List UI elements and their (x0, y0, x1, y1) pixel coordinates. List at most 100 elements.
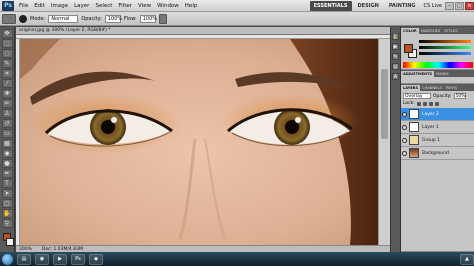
layer-thumbnail (409, 109, 419, 119)
document-tab[interactable]: original.jpg @ 300% (Layer 2, RGB/8#) * (16, 27, 390, 35)
taskbar-media-icon[interactable]: ▶ (53, 253, 67, 265)
color-spectrum[interactable] (403, 62, 473, 68)
visibility-eye-icon[interactable] (402, 137, 407, 143)
document-status-bar: 300% Doc: 1.03M/4.83M (16, 245, 390, 252)
brush-panel-icon[interactable]: ✎ (392, 53, 399, 60)
airbrush-icon[interactable] (158, 13, 167, 24)
lock-label: Lock: (403, 101, 415, 106)
panel-foreground-swatch[interactable] (404, 44, 413, 53)
face-closeup-image (20, 39, 378, 245)
move-tool-icon[interactable]: ✥ (1, 29, 13, 38)
brush-tool-icon[interactable]: ✏ (1, 99, 13, 108)
gradient-tool-icon[interactable]: ▦ (1, 139, 13, 148)
cs-live-button[interactable]: CS Live (424, 3, 442, 9)
character-panel-icon[interactable]: A (392, 73, 399, 80)
options-bar: Mode: Normal Opacity: 100% Flow: 100% (0, 12, 474, 26)
zoom-tool-icon[interactable]: ⚲ (1, 219, 13, 228)
eyedropper-tool-icon[interactable]: ⁄ (1, 79, 13, 88)
doc-info: Doc: 1.03M/4.83M (41, 246, 83, 252)
menu-filter[interactable]: Filter (115, 0, 135, 12)
tray-icon[interactable]: ▲ (460, 253, 474, 265)
cs-live-label: CS Live (423, 2, 442, 9)
zoom-level[interactable]: 300% (19, 247, 32, 252)
history-panel-icon[interactable]: ⌛ (392, 33, 399, 40)
layer-row-layer-2[interactable]: Layer 2 (401, 108, 474, 121)
opacity-label: Opacity: (81, 15, 102, 22)
adjustments-panel: ADJUSTMENTS MASKS (401, 70, 474, 84)
photoshop-logo: Ps (2, 0, 14, 11)
opacity-field[interactable]: 100% (104, 14, 122, 23)
close-icon[interactable]: × (465, 1, 474, 10)
layers-panel: Overlay Opacity: 50% Lock: Layer 2 Layer… (401, 91, 474, 259)
scrollbar-thumb[interactable] (381, 69, 388, 139)
visibility-eye-icon[interactable] (402, 150, 407, 156)
visibility-eye-icon[interactable] (402, 124, 407, 130)
layer-row-group-1[interactable]: Group 1 (401, 134, 474, 147)
green-slider[interactable] (419, 46, 471, 49)
blur-tool-icon[interactable]: ◆ (1, 149, 13, 158)
lock-position-icon[interactable] (428, 101, 433, 106)
menu-file[interactable]: File (16, 0, 31, 12)
layer-row-layer-1[interactable]: Layer 1 (401, 121, 474, 134)
path-select-tool-icon[interactable]: ➤ (1, 189, 13, 198)
taskbar-photoshop-icon[interactable]: Ps (71, 253, 85, 265)
menu-image[interactable]: Image (48, 0, 71, 12)
document-canvas[interactable] (20, 39, 378, 245)
hand-tool-icon[interactable]: ✋ (1, 209, 13, 218)
dodge-tool-icon[interactable]: ● (1, 159, 13, 168)
maximize-icon[interactable]: □ (455, 1, 464, 10)
visibility-eye-icon[interactable] (402, 111, 407, 117)
pen-tool-icon[interactable]: ✒ (1, 169, 13, 178)
clone-source-panel-icon[interactable]: ◎ (392, 63, 399, 70)
history-brush-tool-icon[interactable]: ↺ (1, 119, 13, 128)
lasso-tool-icon[interactable]: ◌ (1, 49, 13, 58)
folder-icon (409, 135, 419, 145)
layer-row-background[interactable]: Background (401, 147, 474, 160)
workspace-essentials[interactable]: ESSENTIALS (309, 0, 352, 11)
tab-masks[interactable]: MASKS (434, 71, 450, 77)
blue-slider[interactable] (419, 52, 471, 55)
crop-tool-icon[interactable]: ⌗ (1, 69, 13, 78)
eraser-tool-icon[interactable]: ▭ (1, 129, 13, 138)
lock-all-icon[interactable] (434, 101, 439, 106)
taskbar-app-icon[interactable]: ◆ (89, 253, 103, 265)
actions-panel-icon[interactable]: ▶ (392, 43, 399, 50)
healing-tool-icon[interactable]: ✚ (1, 89, 13, 98)
mode-label: Mode: (30, 15, 46, 22)
menu-help[interactable]: Help (182, 0, 201, 12)
vertical-scrollbar[interactable] (378, 39, 390, 245)
menu-window[interactable]: Window (154, 0, 182, 12)
lock-pixels-icon[interactable] (422, 101, 427, 106)
taskbar-browser-icon[interactable]: ◉ (35, 253, 49, 265)
flow-field[interactable]: 100% (139, 14, 157, 23)
color-panel (401, 34, 474, 70)
quick-select-tool-icon[interactable]: ✎ (1, 59, 13, 68)
tab-adjustments[interactable]: ADJUSTMENTS (401, 71, 435, 77)
lock-transparency-icon[interactable] (416, 101, 421, 106)
minimize-icon[interactable]: – (445, 1, 454, 10)
menu-bar: Ps File Edit Image Layer Select Filter V… (0, 0, 474, 12)
background-color-swatch[interactable] (5, 238, 14, 246)
menu-edit[interactable]: Edit (31, 0, 48, 12)
shape-tool-icon[interactable]: ▢ (1, 199, 13, 208)
taskbar-explorer-icon[interactable]: ▤ (17, 253, 31, 265)
workspace-design[interactable]: DESIGN (354, 1, 383, 11)
menu-layer[interactable]: Layer (71, 0, 92, 12)
workspace-painting[interactable]: PAINTING (385, 1, 420, 11)
blend-mode-select[interactable]: Overlay (403, 93, 431, 99)
color-panel-tabs: COLOR SWATCHES STYLES (401, 27, 474, 34)
start-button-icon[interactable] (2, 253, 13, 265)
marquee-tool-icon[interactable]: ⬚ (1, 39, 13, 48)
mode-select[interactable]: Normal (48, 14, 79, 23)
menu-select[interactable]: Select (92, 0, 115, 12)
layer-thumbnail (409, 148, 419, 158)
tool-preset-picker[interactable] (2, 13, 16, 24)
layer-name: Background (422, 150, 449, 156)
menu-view[interactable]: View (135, 0, 154, 12)
layers-panel-tabs: LAYERS CHANNELS PATHS (401, 84, 474, 91)
brush-preview-icon[interactable] (19, 14, 27, 23)
type-tool-icon[interactable]: T (1, 179, 13, 188)
clone-stamp-tool-icon[interactable]: ♙ (1, 109, 13, 118)
layer-opacity-field[interactable]: 50% (453, 93, 466, 99)
red-slider[interactable] (419, 40, 471, 43)
